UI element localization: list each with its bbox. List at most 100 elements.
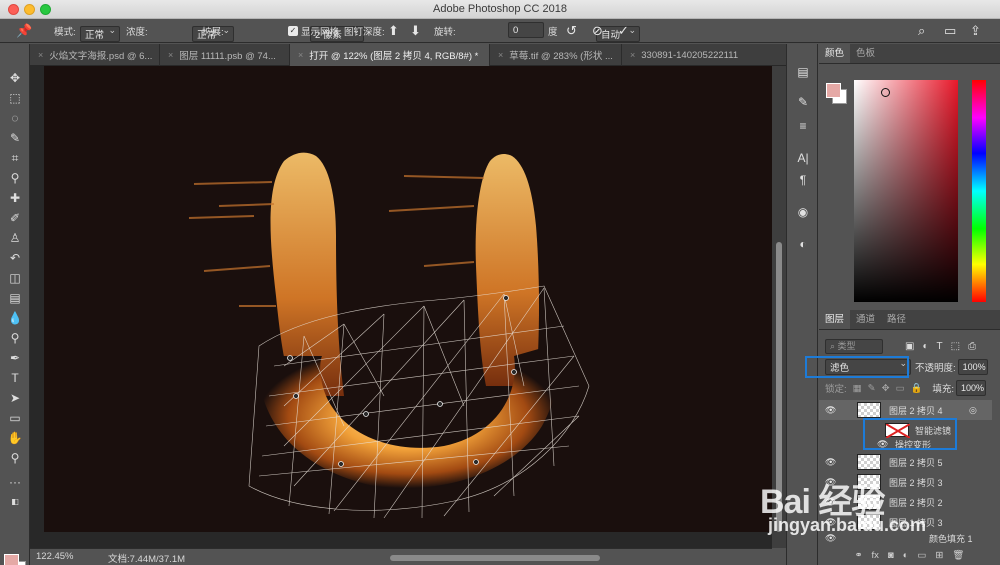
cancel-icon[interactable]: ⊘ [592, 22, 603, 39]
new-layer-icon[interactable]: ⊞ [935, 550, 943, 561]
tab-document-4[interactable]: × 草莓.tif @ 283% (形状 ... [490, 44, 622, 66]
puppet-pin-tool-icon[interactable]: 📌 [16, 22, 32, 39]
tab-swatches[interactable]: 色板 [850, 44, 881, 63]
layers-panel-tabs: 图层 通道 路径 [819, 310, 1000, 330]
tab-document-1[interactable]: × 火焰文字海报.psd @ 6... [30, 44, 160, 66]
lock-artboard-icon[interactable]: ▭ [896, 383, 905, 394]
reset-icon[interactable]: ↺ [566, 22, 577, 39]
layer-filter-select[interactable]: ⌕ 类型 [825, 338, 883, 354]
quick-selection-tool-icon[interactable]: ✎ [7, 130, 23, 146]
type-tool-icon[interactable]: T [7, 370, 23, 386]
tab-channels[interactable]: 通道 [850, 310, 881, 329]
lasso-tool-icon[interactable]: ◌ [7, 110, 23, 126]
crop-tool-icon[interactable]: ⌗ [7, 150, 23, 166]
paragraph-panel-icon[interactable]: ¶ [795, 172, 811, 188]
close-tab-icon[interactable]: × [38, 50, 43, 60]
tab-paths[interactable]: 路径 [881, 310, 912, 329]
panel-foreground-swatch[interactable] [826, 83, 841, 98]
eyedropper-tool-icon[interactable]: ⚲ [7, 170, 23, 186]
foreground-color-swatch[interactable] [4, 554, 19, 565]
healing-brush-tool-icon[interactable]: ✚ [7, 190, 23, 206]
document-canvas[interactable] [44, 66, 772, 532]
clone-stamp-tool-icon[interactable]: ♙ [7, 230, 23, 246]
filter-shape-icon[interactable]: ⬚ [951, 341, 960, 352]
add-mask-icon[interactable]: ◙ [888, 550, 894, 561]
close-tab-icon[interactable]: × [168, 50, 173, 60]
brush-tool-icon[interactable]: ✐ [7, 210, 23, 226]
lock-pixels-icon[interactable]: ✎ [868, 383, 876, 394]
pin-depth-label: 图钉深度: [344, 26, 385, 38]
libraries-icon[interactable]: ◉ [795, 204, 811, 220]
density-label: 浓度: [126, 26, 148, 38]
opacity-input[interactable]: 100% [957, 359, 988, 375]
lock-transparent-icon[interactable]: ▦ [853, 383, 862, 394]
mode-label: 模式: [54, 26, 76, 38]
checkbox-checked-icon[interactable]: ✓ [288, 25, 298, 36]
lock-position-icon[interactable]: ✥ [882, 383, 890, 394]
close-tab-icon[interactable]: × [630, 50, 635, 60]
layer-row[interactable]: 👁 图层 2 拷贝 5 [819, 452, 992, 472]
more-tools-icon[interactable]: ··· [7, 474, 23, 490]
marquee-tool-icon[interactable]: ⬚ [7, 90, 23, 106]
new-group-icon[interactable]: ▭ [917, 550, 926, 561]
pen-tool-icon[interactable]: ✒ [7, 350, 23, 366]
move-tool-icon[interactable]: ✥ [7, 70, 23, 86]
filter-type-icon[interactable]: T [937, 341, 943, 352]
close-tab-icon[interactable]: × [498, 50, 503, 60]
blend-mode-highlight [805, 356, 909, 378]
history-panel-icon[interactable]: ▤ [795, 64, 811, 80]
commit-checkmark-icon[interactable]: ✓ [618, 22, 629, 39]
share-icon[interactable]: ⇪ [970, 22, 981, 39]
tab-layers[interactable]: 图层 [819, 310, 851, 329]
saturation-brightness-field[interactable] [854, 80, 958, 302]
document-size[interactable]: 文档:7.44M/37.1M [108, 551, 185, 565]
angle-input[interactable]: 0 [508, 22, 544, 38]
visibility-eye-icon[interactable]: 👁 [825, 457, 836, 468]
tab-document-5[interactable]: × 330891-140205222111 [622, 44, 788, 66]
eraser-tool-icon[interactable]: ◫ [7, 270, 23, 286]
canvas-area[interactable] [30, 66, 772, 548]
tab-color[interactable]: 颜色 [819, 44, 851, 63]
path-selection-tool-icon[interactable]: ➤ [7, 390, 23, 406]
tab-document-2[interactable]: × 图层 11111.psb @ 74... [160, 44, 290, 66]
workspace-icon[interactable]: ▭ [944, 22, 956, 39]
default-colors-icon[interactable]: ◧ [7, 494, 23, 510]
show-mesh-option[interactable]: ✓ 显示网格 [288, 22, 339, 39]
fill-input[interactable]: 100% [956, 380, 987, 396]
tab-document-active[interactable]: × 打开 @ 122% (图层 2 拷贝 4, RGB/8#) * [290, 44, 490, 66]
layer-style-icon[interactable]: fx [872, 550, 879, 561]
color-panel: 颜色 色板 [819, 44, 1000, 306]
layer-row[interactable]: 👁 图层 2 拷贝 4 ◎ [819, 400, 992, 420]
zoom-tool-icon[interactable]: ⚲ [7, 450, 23, 466]
adjustments-icon[interactable]: ≡ [795, 118, 811, 134]
filter-pixel-icon[interactable]: ▣ [905, 341, 914, 352]
character-panel-icon[interactable]: A| [795, 150, 811, 166]
close-tab-icon[interactable]: × [298, 50, 303, 60]
gradient-tool-icon[interactable]: ▤ [7, 290, 23, 306]
hand-tool-icon[interactable]: ✋ [7, 430, 23, 446]
adjustment-layer-icon[interactable]: ◐ [903, 550, 909, 561]
smart-filter-badge-icon: ◎ [969, 404, 977, 415]
horizontal-scroll-thumb[interactable] [390, 555, 600, 561]
dodge-tool-icon[interactable]: ⚲ [7, 330, 23, 346]
color-picker-handle[interactable] [881, 88, 890, 97]
filter-adjustment-icon[interactable]: ◐ [922, 341, 928, 352]
pin-forward-icon[interactable]: ⬆ [388, 22, 399, 39]
search-icon[interactable]: ⌕ [918, 22, 925, 39]
pin-backward-icon[interactable]: ⬇ [410, 22, 421, 39]
blur-tool-icon[interactable]: 💧 [7, 310, 23, 326]
expand-label: 扩展: [202, 26, 224, 38]
mode-select[interactable]: 正常 [80, 25, 120, 42]
zoom-level[interactable]: 122.45% [36, 551, 74, 562]
link-layers-icon[interactable]: ⚭ [855, 550, 863, 561]
visibility-eye-icon[interactable]: 👁 [825, 405, 836, 416]
properties-icon[interactable]: ◐ [795, 236, 811, 252]
rectangle-tool-icon[interactable]: ▭ [7, 410, 23, 426]
hue-slider[interactable] [972, 80, 986, 302]
filter-smart-object-icon[interactable]: ⎙ [968, 341, 976, 352]
delete-layer-icon[interactable]: 🗑 [952, 550, 964, 561]
lock-all-icon[interactable]: 🔒 [911, 383, 923, 394]
color-panel-tabs: 颜色 色板 [819, 44, 1000, 64]
history-brush-tool-icon[interactable]: ↶ [7, 250, 23, 266]
brush-settings-icon[interactable]: ✎ [795, 94, 811, 110]
